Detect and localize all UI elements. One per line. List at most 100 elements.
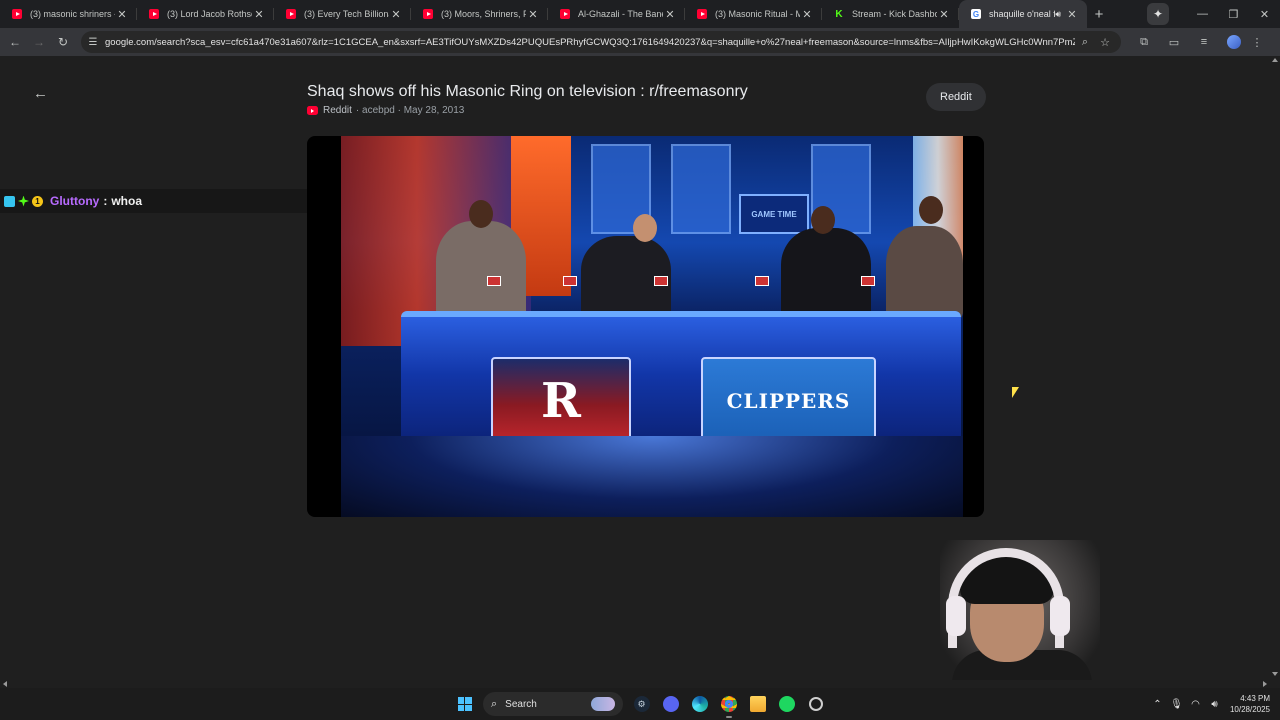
chat-username: Gluttony — [50, 194, 100, 208]
tab-title: shaquille o'neal freem — [989, 9, 1056, 19]
microphone-icon[interactable]: 🎙︎ — [1167, 699, 1186, 710]
tab-7[interactable]: K Stream - Kick Dashboard ✕ — [822, 0, 959, 28]
game-time-sign: GAME TIME — [739, 194, 809, 234]
tab-title: (3) Lord Jacob Rothschild — [167, 9, 252, 19]
browser-toolbar: ← → ↻ ☰ google.com/search?sca_esv=cfc61a… — [0, 28, 1280, 56]
tab-6[interactable]: (3) Masonic Ritual - Mak ✕ — [685, 0, 822, 28]
gemini-sparkle-icon[interactable]: ✦ — [1147, 3, 1169, 25]
extensions-icon[interactable]: ⧉ — [1129, 36, 1159, 49]
close-icon[interactable]: ✕ — [663, 8, 677, 21]
site-info-icon[interactable]: ☰ — [87, 37, 99, 48]
analyst-figure — [886, 226, 963, 321]
tab-3[interactable]: (3) Every Tech Billionaire ✕ — [274, 0, 411, 28]
close-icon[interactable]: ✕ — [1065, 8, 1079, 21]
minimize-icon[interactable]: — — [1187, 8, 1218, 20]
scroll-up-icon[interactable] — [1272, 58, 1278, 62]
back-icon[interactable]: ← — [3, 35, 27, 49]
microphone-flag — [861, 276, 875, 286]
vertical-scrollbar[interactable] — [1270, 56, 1280, 680]
clock-time: 4:43 PM — [1240, 694, 1270, 703]
youtube-icon — [149, 9, 159, 19]
tab-title: (3) masonic shriners - Yo — [30, 9, 115, 19]
chrome-app[interactable] — [714, 688, 743, 720]
speaker-icon[interactable]: 🔊︎ — [1055, 9, 1061, 20]
close-icon[interactable]: ✕ — [252, 8, 266, 21]
address-bar[interactable]: ☰ google.com/search?sca_esv=cfc61a470e31… — [81, 31, 1121, 53]
video-frame: GAME TIME R CLIPPERS — [341, 136, 963, 517]
tab-media-icon[interactable]: ▭ — [1159, 36, 1189, 49]
forward-icon[interactable]: → — [27, 35, 51, 49]
window-controls: ✦ — ❐ ✕ — [1147, 0, 1280, 28]
window-close-icon[interactable]: ✕ — [1249, 8, 1280, 21]
back-arrow-icon[interactable]: ← — [33, 85, 48, 102]
wifi-icon[interactable]: ◠ — [1186, 699, 1205, 710]
start-button[interactable] — [450, 688, 479, 720]
taskbar-apps: ⌕ Search ⚙ — [450, 688, 830, 720]
edge-icon — [691, 696, 708, 712]
address-url[interactable]: google.com/search?sca_esv=cfc61a470e31a6… — [105, 37, 1075, 48]
edge-app[interactable] — [685, 688, 714, 720]
new-tab-button[interactable]: + — [1087, 6, 1111, 23]
close-icon[interactable]: ✕ — [800, 8, 814, 21]
subscriber-badge-icon — [4, 195, 15, 207]
scroll-down-icon[interactable] — [1272, 672, 1278, 676]
visit-reddit-button[interactable]: Reddit — [926, 83, 986, 111]
spotify-icon — [778, 696, 795, 712]
close-icon[interactable]: ✕ — [526, 8, 540, 21]
youtube-icon — [12, 9, 22, 19]
reading-list-icon[interactable]: ≡ — [1189, 36, 1219, 48]
tab-5[interactable]: Al-Ghazali - The Bane of ✕ — [548, 0, 685, 28]
mouse-cursor-icon — [1012, 387, 1019, 398]
microphone-flag — [755, 276, 769, 286]
google-icon: G — [971, 9, 981, 19]
scroll-left-icon[interactable] — [3, 681, 7, 687]
running-indicator — [725, 716, 732, 718]
spotify-app[interactable] — [772, 688, 801, 720]
rockets-logo: R — [491, 357, 631, 445]
windows-taskbar: ⌕ Search ⚙ ⌃ 🎙︎ ◠ 🔊︎ 4:43 PM 10/28/2025 — [0, 688, 1280, 720]
microphone-flag — [563, 276, 577, 286]
youtube-icon — [560, 9, 570, 19]
scroll-right-icon[interactable] — [1263, 681, 1267, 687]
bookmark-star-icon[interactable]: ☆ — [1095, 36, 1115, 49]
video-preview[interactable]: GAME TIME R CLIPPERS — [307, 136, 984, 517]
horizontal-scrollbar[interactable] — [0, 680, 1270, 688]
result-source: Reddit — [323, 105, 352, 116]
tab-2[interactable]: (3) Lord Jacob Rothschild ✕ — [137, 0, 274, 28]
steam-app[interactable]: ⚙ — [627, 688, 656, 720]
tab-title: (3) Moors, Shriners, Phoe — [441, 9, 526, 19]
microphone-flag — [654, 276, 668, 286]
profile-avatar[interactable] — [1227, 35, 1241, 49]
taskbar-clock[interactable]: 4:43 PM 10/28/2025 — [1224, 693, 1280, 715]
chevron-up-icon[interactable]: ⌃ — [1148, 699, 1167, 710]
discord-app[interactable] — [656, 688, 685, 720]
close-icon[interactable]: ✕ — [389, 8, 403, 21]
youtube-icon — [307, 106, 318, 115]
youtube-icon — [423, 9, 433, 19]
menu-kebab-icon[interactable]: ⋮ — [1249, 36, 1265, 49]
tab-4[interactable]: (3) Moors, Shriners, Phoe ✕ — [411, 0, 548, 28]
system-tray: ⌃ 🎙︎ ◠ 🔊︎ 4:43 PM 10/28/2025 — [1148, 688, 1280, 720]
tab-8-active[interactable]: G shaquille o'neal freem 🔊︎ ✕ — [959, 0, 1087, 28]
tab-1[interactable]: (3) masonic shriners - Yo ✕ — [0, 0, 137, 28]
clippers-logo: CLIPPERS — [701, 357, 876, 445]
headset-cup — [1050, 596, 1070, 636]
result-title[interactable]: Shaq shows off his Masonic Ring on telev… — [307, 83, 748, 101]
analyst-head — [633, 214, 657, 242]
close-icon[interactable]: ✕ — [937, 8, 951, 21]
taskbar-search[interactable]: ⌕ Search — [483, 692, 623, 716]
clock-date: 10/28/2025 — [1229, 705, 1270, 714]
meta-dot: · — [394, 105, 404, 116]
settings-app[interactable] — [801, 688, 830, 720]
zoom-search-icon[interactable]: ⌕ — [1075, 36, 1095, 49]
tab-title: Al-Ghazali - The Bane of — [578, 9, 663, 19]
analyst-head — [919, 196, 943, 224]
file-explorer-app[interactable] — [743, 688, 772, 720]
volume-icon[interactable]: 🔊︎ — [1205, 699, 1224, 710]
folder-icon — [749, 696, 766, 712]
restore-icon[interactable]: ❐ — [1218, 8, 1249, 21]
stream-chat-message: 1 Gluttony : whoa — [0, 189, 307, 213]
reload-icon[interactable]: ↻ — [51, 35, 75, 49]
result-date: May 28, 2013 — [403, 105, 465, 116]
close-icon[interactable]: ✕ — [115, 8, 129, 21]
